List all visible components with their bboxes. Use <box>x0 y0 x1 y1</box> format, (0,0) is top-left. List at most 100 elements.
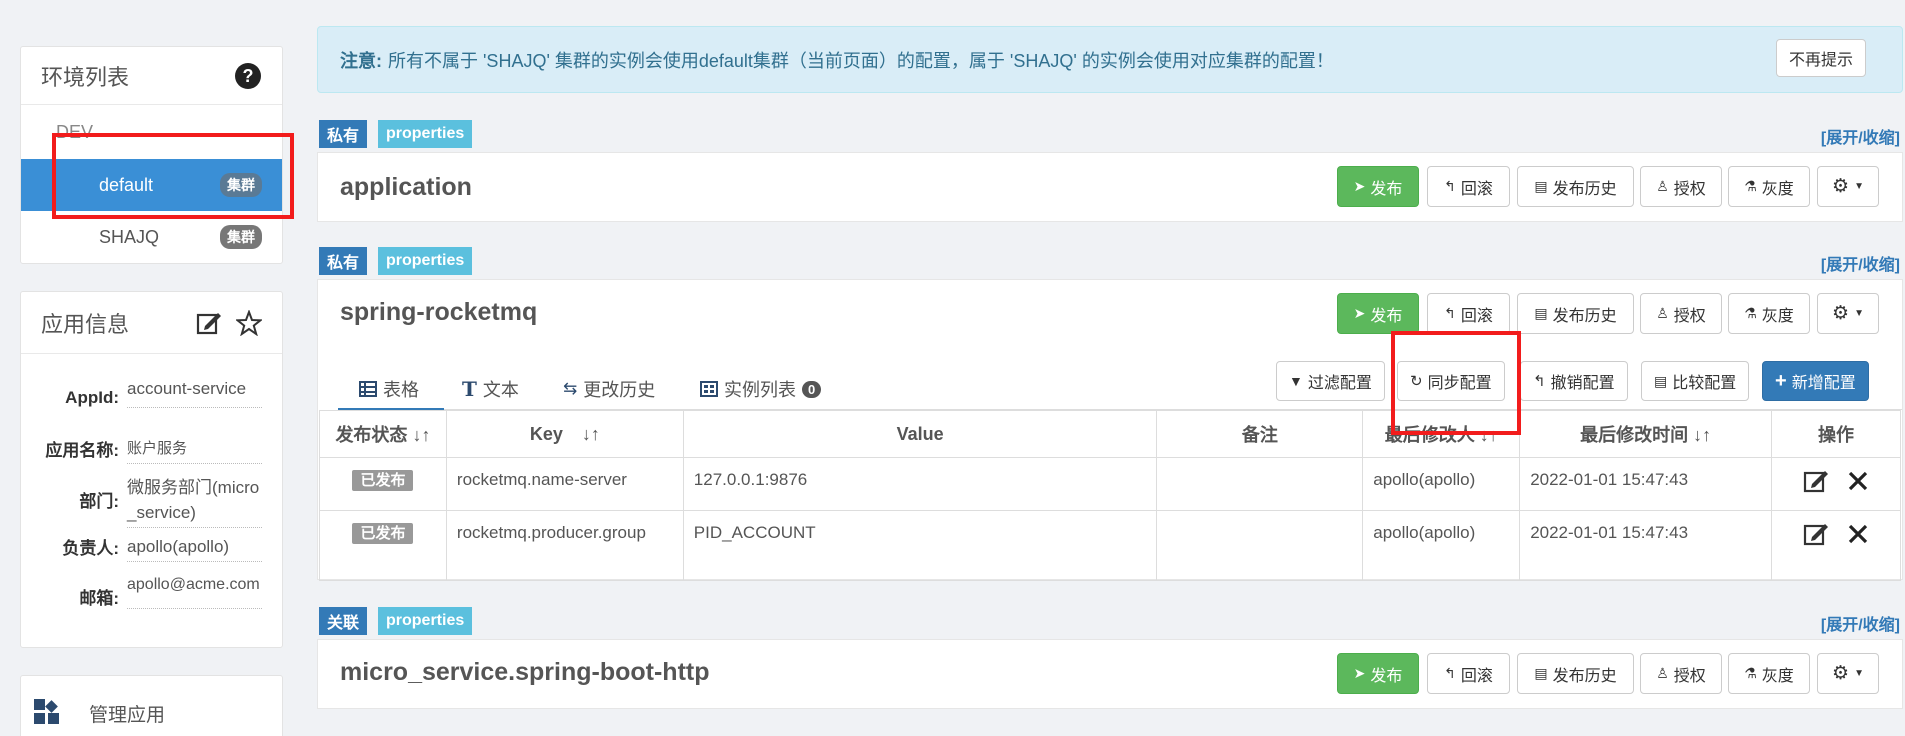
gray-button[interactable]: ⚗ 灰度 <box>1728 653 1810 694</box>
expand-toggle[interactable]: [展开/收缩] <box>1821 611 1900 635</box>
tab-text-label: 文本 <box>482 380 519 400</box>
notice-text: 所有不属于 'SHAJQ' 集群的实例会使用default集群（当前页面）的配置… <box>388 50 1334 71</box>
sort-icon: ↓↑ <box>581 423 600 444</box>
expand-toggle[interactable]: [展开/收缩] <box>1821 124 1900 148</box>
col-time[interactable]: 最后修改时间 ↓↑ <box>1519 410 1773 458</box>
modifier-cell: apollo(apollo) <box>1362 510 1521 581</box>
compare-config-button[interactable]: ▤ 比较配置 <box>1641 361 1750 401</box>
info-label: 负责人: <box>62 539 119 558</box>
status-cell: 已发布 <box>319 457 447 511</box>
publish-button[interactable]: ➤ 发布 <box>1337 166 1419 207</box>
send-icon: ➤ <box>1353 178 1366 194</box>
info-label: 部门: <box>79 492 119 511</box>
edit-icon[interactable] <box>1803 468 1829 494</box>
format-tag: properties <box>378 247 473 275</box>
compare-icon: ▤ <box>1654 372 1668 389</box>
info-value: 微服务部门(micro_service) <box>127 475 262 528</box>
dismiss-notice-button[interactable]: 不再提示 <box>1776 39 1867 77</box>
format-tag: properties <box>378 120 473 148</box>
highlight-box-default-cluster <box>52 133 294 219</box>
manage-app-panel[interactable]: 管理应用 <box>20 675 283 736</box>
tab-instances[interactable]: 实例列表 0 <box>700 376 822 402</box>
help-icon[interactable]: ? <box>234 62 262 90</box>
auth-button[interactable]: ♙ 授权 <box>1640 293 1722 334</box>
publish-button[interactable]: ➤ 发布 <box>1337 653 1419 694</box>
tab-history[interactable]: ⇆ 更改历史 <box>563 376 655 402</box>
format-tag: properties <box>378 607 473 635</box>
published-badge: 已发布 <box>352 523 414 544</box>
table-row: 已发布 rocketmq.name-server 127.0.0.1:9876 … <box>319 457 1901 511</box>
rollback-button[interactable]: ↰ 回滚 <box>1427 293 1510 334</box>
auth-button[interactable]: ♙ 授权 <box>1640 166 1722 207</box>
settings-dropdown-button[interactable]: ⚙ ▼ <box>1817 293 1879 334</box>
revoke-config-button[interactable]: ↰ 撤销配置 <box>1520 361 1628 401</box>
publish-button[interactable]: ➤ 发布 <box>1337 293 1419 334</box>
add-config-button[interactable]: + 新增配置 <box>1762 361 1869 401</box>
gray-button[interactable]: ⚗ 灰度 <box>1728 293 1810 334</box>
col-status[interactable]: 发布状态 ↓↑ <box>319 410 447 458</box>
history-label: 发布历史 <box>1552 180 1617 198</box>
app-info-title: 应用信息 <box>41 311 130 337</box>
delete-icon[interactable] <box>1847 470 1869 492</box>
user-icon: ♙ <box>1656 178 1669 194</box>
table-row: 已发布 rocketmq.producer.group PID_ACCOUNT … <box>319 510 1901 581</box>
rollback-button[interactable]: ↰ 回滚 <box>1427 653 1510 694</box>
time-cell: 2022-01-01 15:47:43 <box>1519 457 1773 511</box>
comment-cell <box>1156 510 1364 581</box>
auth-label: 授权 <box>1673 307 1706 325</box>
cluster-badge: 集群 <box>220 225 262 249</box>
gray-label: 灰度 <box>1761 307 1794 325</box>
app-info-panel: 应用信息 AppId: account-service 应用名称: 账户服务 部… <box>20 291 283 648</box>
caret-down-icon: ▼ <box>1854 181 1864 192</box>
history-button[interactable]: ▤ 发布历史 <box>1517 653 1634 694</box>
key-cell: rocketmq.producer.group <box>445 510 684 581</box>
comment-cell <box>1156 457 1364 511</box>
info-value: account-service <box>127 376 262 408</box>
revoke-label: 撤销配置 <box>1550 375 1615 392</box>
send-icon: ➤ <box>1353 305 1366 321</box>
settings-dropdown-button[interactable]: ⚙ ▼ <box>1817 166 1879 207</box>
add-label: 新增配置 <box>1791 375 1856 392</box>
time-cell: 2022-01-01 15:47:43 <box>1519 510 1773 581</box>
scope-tag: 关联 <box>319 607 368 635</box>
undo-icon: ↰ <box>1533 373 1546 390</box>
history-button[interactable]: ▤ 发布历史 <box>1517 166 1634 207</box>
actions-cell <box>1771 510 1901 581</box>
col-key[interactable]: Key ↓↑ <box>445 410 684 458</box>
gray-button[interactable]: ⚗ 灰度 <box>1728 166 1810 207</box>
history-button[interactable]: ▤ 发布历史 <box>1517 293 1634 334</box>
info-appid: AppId: account-service <box>21 376 262 408</box>
rollback-label: 回滚 <box>1460 180 1493 198</box>
flask-icon: ⚗ <box>1744 305 1757 321</box>
table-icon <box>359 381 377 397</box>
instances-icon <box>700 381 718 397</box>
flask-icon: ⚗ <box>1744 665 1757 681</box>
info-value: apollo@acme.com <box>127 572 262 609</box>
delete-icon[interactable] <box>1847 523 1869 545</box>
rollback-label: 回滚 <box>1460 667 1493 685</box>
expand-toggle[interactable]: [展开/收缩] <box>1821 251 1900 275</box>
edit-icon[interactable] <box>1803 521 1829 547</box>
tab-table[interactable]: 表格 <box>359 376 419 402</box>
history-label: 发布历史 <box>1552 307 1617 325</box>
star-icon[interactable] <box>236 309 262 336</box>
info-owner: 负责人: apollo(apollo) <box>21 534 262 562</box>
gray-label: 灰度 <box>1761 667 1794 685</box>
cluster-shajq-label: SHAJQ <box>99 226 160 247</box>
calendar-icon: ▤ <box>1534 305 1548 321</box>
info-department: 部门: 微服务部门(micro_service) <box>21 475 262 528</box>
edit-icon[interactable] <box>196 310 222 336</box>
namespace-title: spring-rocketmq <box>340 298 538 326</box>
tab-instances-label: 实例列表 <box>724 380 796 400</box>
settings-dropdown-button[interactable]: ⚙ ▼ <box>1817 653 1879 694</box>
tab-text[interactable]: T 文本 <box>462 376 519 402</box>
key-cell: rocketmq.name-server <box>445 457 684 511</box>
text-icon: T <box>462 377 477 401</box>
info-value: apollo(apollo) <box>127 534 262 562</box>
auth-button[interactable]: ♙ 授权 <box>1640 653 1722 694</box>
gear-icon: ⚙ <box>1832 663 1850 684</box>
filter-config-button[interactable]: ▼ 过滤配置 <box>1276 361 1385 401</box>
rollback-button[interactable]: ↰ 回滚 <box>1427 166 1510 207</box>
compare-label: 比较配置 <box>1672 375 1737 392</box>
published-badge: 已发布 <box>352 470 414 491</box>
